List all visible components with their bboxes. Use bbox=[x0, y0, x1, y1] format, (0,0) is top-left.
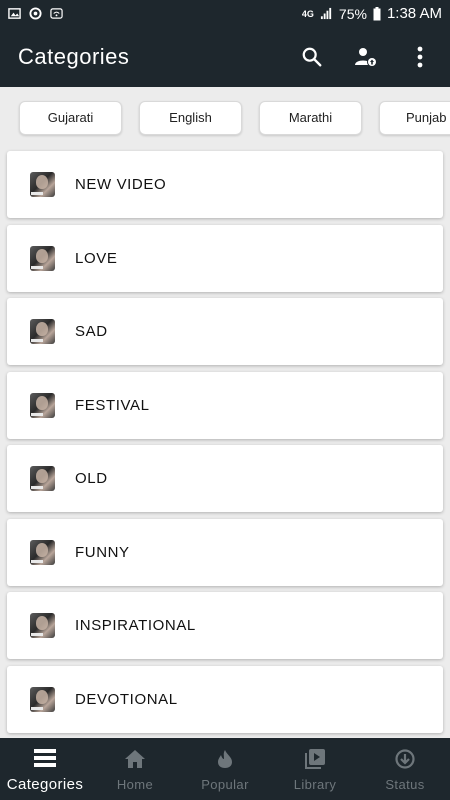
chip-english[interactable]: English bbox=[139, 101, 242, 135]
category-label: DEVOTIONAL bbox=[75, 690, 178, 708]
sync-notification-icon bbox=[29, 7, 42, 20]
nav-label: Library bbox=[293, 776, 337, 792]
nav-label: Home bbox=[116, 776, 154, 792]
category-item-devotional[interactable]: DEVOTIONAL bbox=[7, 665, 443, 733]
bottom-navigation: Categories Home Popular Library Status bbox=[0, 738, 450, 800]
category-label: NEW VIDEO bbox=[75, 176, 167, 193]
category-label: OLD bbox=[75, 470, 108, 487]
category-thumbnail bbox=[30, 172, 55, 197]
category-item-funny[interactable]: FUNNY bbox=[7, 518, 443, 586]
wifi-notification-icon bbox=[50, 8, 63, 19]
chip-gujarati[interactable]: Gujarati bbox=[19, 101, 122, 135]
more-vert-icon bbox=[417, 46, 423, 68]
category-item-inspirational[interactable]: INSPIRATIONAL bbox=[7, 592, 443, 659]
category-thumbnail bbox=[30, 392, 55, 418]
category-label: FUNNY bbox=[75, 543, 130, 561]
category-thumbnail bbox=[30, 245, 55, 271]
category-item-festival[interactable]: FESTIVAL bbox=[7, 371, 443, 439]
category-item-new-video[interactable]: NEW VIDEO bbox=[7, 151, 443, 218]
nav-categories[interactable]: Categories bbox=[0, 738, 90, 800]
category-list: NEW VIDEO LOVE SAD FESTIVAL OLD FUNNY IN… bbox=[7, 151, 443, 739]
category-label: SAD bbox=[75, 323, 108, 340]
category-thumbnail bbox=[30, 613, 55, 638]
category-thumbnail bbox=[30, 319, 55, 344]
flame-icon bbox=[218, 749, 232, 768]
category-label: INSPIRATIONAL bbox=[75, 617, 196, 634]
category-label: FESTIVAL bbox=[75, 396, 150, 414]
video-library-icon bbox=[305, 748, 325, 769]
nav-label: Categories bbox=[6, 775, 84, 793]
clock: 1:38 AM bbox=[386, 5, 442, 22]
search-button[interactable] bbox=[300, 45, 324, 69]
category-item-sad[interactable]: SAD bbox=[7, 298, 443, 365]
nav-library[interactable]: Library bbox=[270, 738, 360, 800]
nav-home[interactable]: Home bbox=[90, 738, 180, 800]
home-icon bbox=[125, 749, 145, 768]
battery-percent: 75% bbox=[338, 5, 367, 22]
category-thumbnail bbox=[30, 466, 55, 491]
app-bar: Categories bbox=[0, 27, 450, 87]
more-options-button[interactable] bbox=[408, 45, 432, 69]
download-circle-icon bbox=[395, 748, 415, 769]
signal-icon bbox=[320, 7, 332, 20]
account-upload-icon bbox=[355, 48, 377, 67]
image-notification-icon bbox=[8, 8, 21, 19]
category-item-love[interactable]: LOVE bbox=[7, 224, 443, 292]
nav-status[interactable]: Status bbox=[360, 738, 450, 800]
list-icon bbox=[34, 748, 56, 767]
status-bar: 4G 75% 1:38 AM bbox=[0, 0, 450, 27]
category-thumbnail bbox=[30, 539, 55, 565]
battery-icon bbox=[373, 6, 381, 20]
category-label: LOVE bbox=[75, 249, 118, 267]
nav-popular[interactable]: Popular bbox=[180, 738, 270, 800]
account-upload-button[interactable] bbox=[354, 45, 378, 69]
category-item-old[interactable]: OLD bbox=[7, 445, 443, 512]
page-title: Categories bbox=[18, 44, 130, 69]
nav-label: Popular bbox=[201, 776, 249, 792]
network-type: 4G bbox=[301, 8, 314, 19]
language-chip-row[interactable]: Gujarati English Marathi Punjab bbox=[0, 87, 450, 147]
category-thumbnail bbox=[30, 686, 55, 712]
nav-label: Status bbox=[385, 776, 425, 792]
chip-punjabi[interactable]: Punjab bbox=[379, 101, 450, 135]
search-icon bbox=[302, 47, 322, 67]
chip-marathi[interactable]: Marathi bbox=[259, 101, 362, 135]
